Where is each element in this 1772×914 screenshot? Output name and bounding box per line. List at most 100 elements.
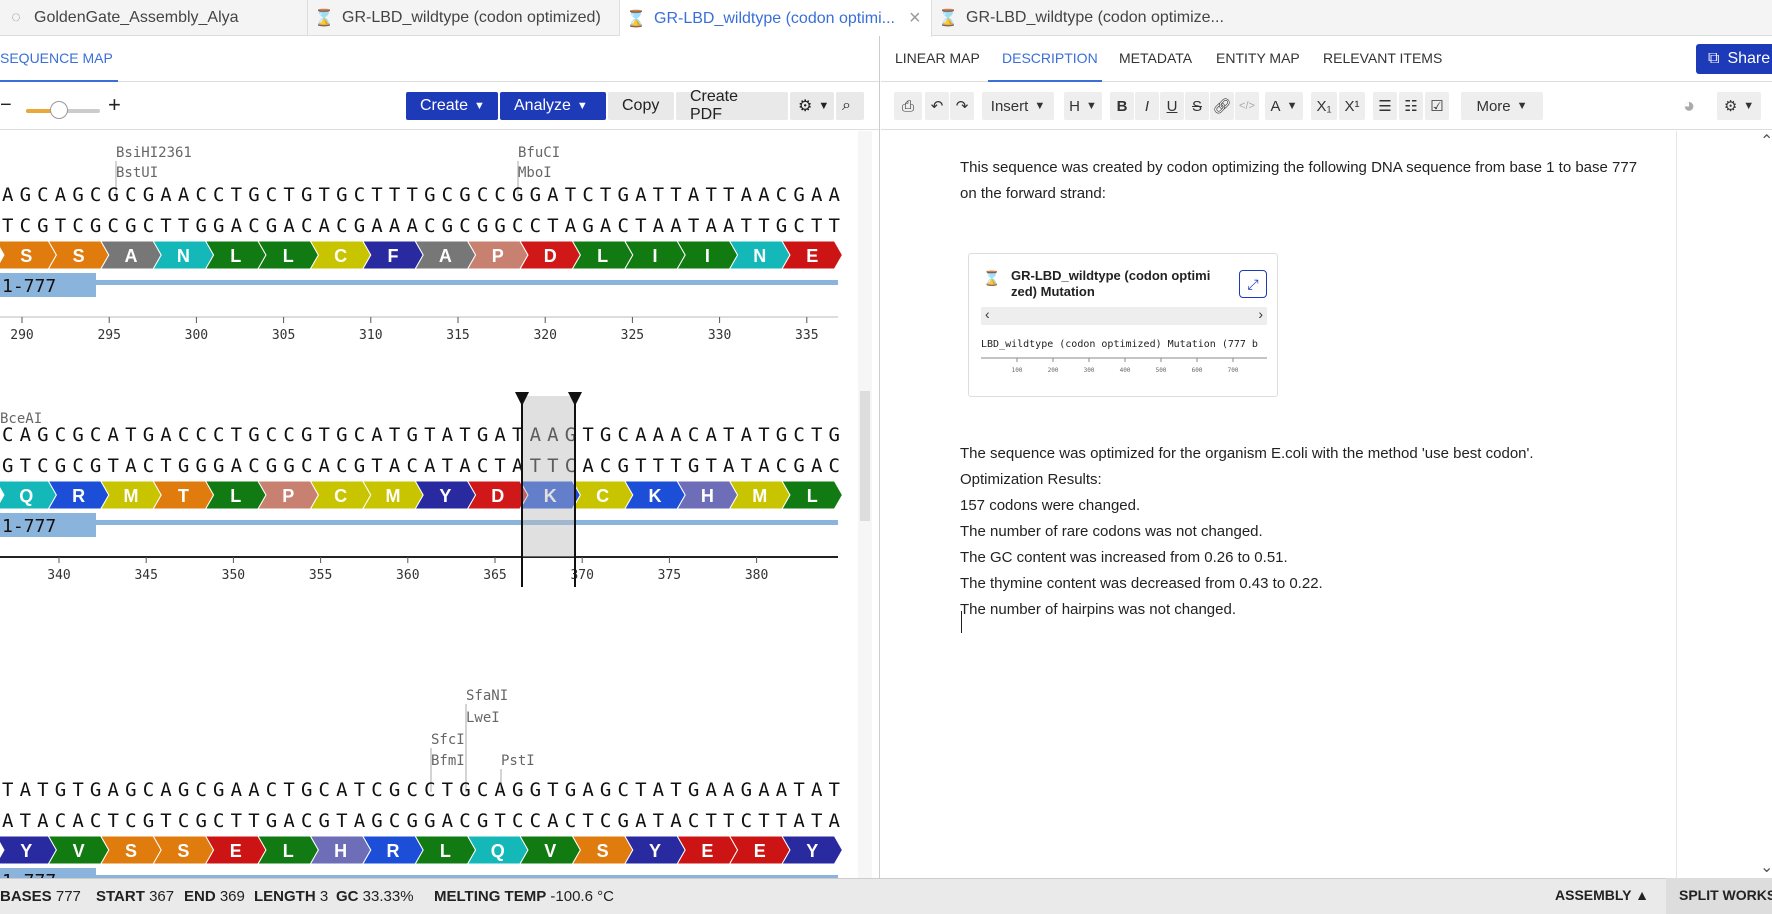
superscript-button[interactable]: X¹ [1339,92,1365,120]
settings-dropdown-button[interactable]: ⚙ ▼ [790,92,834,120]
chevron-left-icon[interactable]: ‹ [985,306,990,322]
ruler-tick-label: 315 [446,328,469,343]
create-button[interactable]: Create ▼ [406,92,498,120]
ruler-tick-label: 300 [185,328,208,343]
split-workspace-button[interactable]: SPLIT WORKS [1666,878,1772,914]
tab-metadata[interactable]: METADATA [1119,50,1192,66]
enzyme-label: SfcI [431,732,465,748]
card-navigation: ‹ › [981,306,1267,325]
editor-settings-dropdown[interactable]: ⚙ ▼ [1717,92,1761,120]
tab-sequence-map[interactable]: SEQUENCE MAP [0,50,113,66]
start-value: 367 [149,888,175,905]
chevron-down-icon: ▼ [1743,100,1755,112]
heading-dropdown[interactable]: H ▼ [1064,92,1102,120]
enzyme-label: PstI [501,753,535,769]
scrollbar-thumb[interactable] [860,391,870,521]
zoom-in-icon[interactable]: + [108,92,121,118]
result-line: The number of rare codons was not change… [960,523,1263,540]
amino-acid-letter: R [387,841,400,861]
amino-acid-letter: E [754,841,766,861]
amino-acid-letter: F [388,246,399,266]
embedded-sequence-card[interactable]: ⌛ GR-LBD_wildtype (codon optimi zed) Mut… [968,253,1278,397]
amino-acid-letter: L [597,246,608,266]
analyze-button[interactable]: Analyze ▼ [500,92,606,120]
sequence-viewer[interactable]: BsiHI2361 BstUI BfuCI MboI AGCAGCGCGAACCTGCT… [0,131,870,878]
description-editor[interactable]: This sequence was created by codon optim… [881,131,1676,878]
link-button[interactable]: 🔗︎ [1210,92,1234,120]
create-pdf-button[interactable]: Create PDF [676,88,788,123]
zoom-slider-handle[interactable] [50,101,69,119]
numbered-list-icon: ☷ [1404,98,1418,115]
tab-linear-map[interactable]: LINEAR MAP [895,50,980,66]
amino-acid-letter: S [73,246,85,266]
chevron-up-icon[interactable]: ⌃ [1760,131,1772,151]
search-button[interactable]: ⌕ [836,92,864,120]
bold-icon: B [1116,97,1128,115]
chevron-right-icon[interactable]: › [1258,306,1263,322]
card-axis-tick-label: 100 [1012,367,1023,374]
close-icon[interactable]: × [909,7,921,30]
tab-gr-lbd-1[interactable]: ⌛ GR-LBD_wildtype (codon optimized) [308,0,620,36]
print-button[interactable]: ⎙ [894,92,922,120]
amino-acid-letter: R [72,486,85,506]
tab-entity-map[interactable]: ENTITY MAP [1216,50,1300,66]
code-button[interactable]: </> [1235,92,1259,120]
feature-bar [96,280,838,285]
undo-button[interactable]: ↶ [925,92,949,120]
share-button[interactable]: ⧉ Share [1696,44,1772,74]
tab-description[interactable]: DESCRIPTION [1002,50,1098,66]
amino-acid-letter: Y [649,841,661,861]
amino-acid-letter: N [753,246,766,266]
amino-acid-letter: Y [439,486,451,506]
checklist-button[interactable]: ☑ [1425,92,1449,120]
palette-button[interactable]: ◕ [1677,92,1701,120]
tab-label: GR-LBD_wildtype (codon optimized) [342,9,601,26]
chevron-down-icon: ▼ [1286,100,1298,112]
sequence-scrollbar[interactable] [858,131,872,878]
ruler-tick-label: 345 [134,568,157,583]
tab-goldengate-assembly[interactable]: ◌ GoldenGate_Assembly_Alya [0,0,308,36]
search-icon: ⌕ [842,97,851,114]
tab-gr-lbd-active[interactable]: ⌛ GR-LBD_wildtype (codon optimi... × [620,0,932,37]
tab-gr-lbd-3[interactable]: ⌛ GR-LBD_wildtype (codon optimize... [932,0,1232,36]
amino-acid-letter: N [177,246,190,266]
gear-icon: ⚙ [798,98,813,115]
editor-scrollbar[interactable]: ⌃ ⌄ [1758,131,1772,878]
feature-range-label: 1-777 [2,276,56,297]
subscript-button[interactable]: X₁ [1311,92,1337,120]
strikethrough-button[interactable]: S [1185,92,1209,120]
bases-label: BASES [0,888,52,905]
font-color-label: A [1270,97,1281,115]
card-axis-tick-label: 200 [1048,367,1059,374]
tab-relevant-items[interactable]: RELEVANT ITEMS [1323,50,1442,66]
italic-button[interactable]: I [1135,92,1159,120]
length-label: LENGTH [254,888,316,905]
bullet-list-button[interactable]: ☰ [1373,92,1397,120]
ruler-tick-label: 360 [396,568,419,583]
card-linear-map: LBD_wildtype (codon optimized) Mutation … [981,339,1267,379]
enzyme-label: LweI [466,710,500,726]
bold-button[interactable]: B [1110,92,1134,120]
ruler-tick-label: 295 [97,328,120,343]
redo-button[interactable]: ↷ [950,92,974,120]
chevron-down-icon: ▼ [474,100,485,112]
insert-dropdown[interactable]: Insert ▼ [982,92,1054,120]
zoom-slider[interactable] [26,101,100,119]
zoom-out-icon[interactable]: − [0,94,12,117]
more-dropdown[interactable]: More ▼ [1461,92,1543,120]
amino-acid-letter: S [20,246,32,266]
chevron-down-icon: ▼ [1516,100,1528,112]
expand-icon[interactable]: ⤢ [1239,270,1267,298]
selection-highlight [522,396,575,557]
bullet-list-icon: ☰ [1378,98,1392,115]
copy-button[interactable]: Copy [608,92,674,120]
link-icon: 🔗︎ [1212,98,1232,115]
ruler-tick-label: 370 [570,568,593,583]
hourglass-icon: ⌛ [983,270,1001,286]
numbered-list-button[interactable]: ☷ [1399,92,1423,120]
underline-button[interactable]: U [1160,92,1184,120]
assembly-toggle[interactable]: ASSEMBLY ▲ [1555,887,1649,903]
font-color-dropdown[interactable]: A ▼ [1265,92,1303,120]
dna-top-strand: TATGTGAGCAGCGAACTGCATCGCCTGCAGGTGAGCTATG… [2,779,840,801]
chevron-down-icon[interactable]: ⌄ [1760,857,1772,877]
